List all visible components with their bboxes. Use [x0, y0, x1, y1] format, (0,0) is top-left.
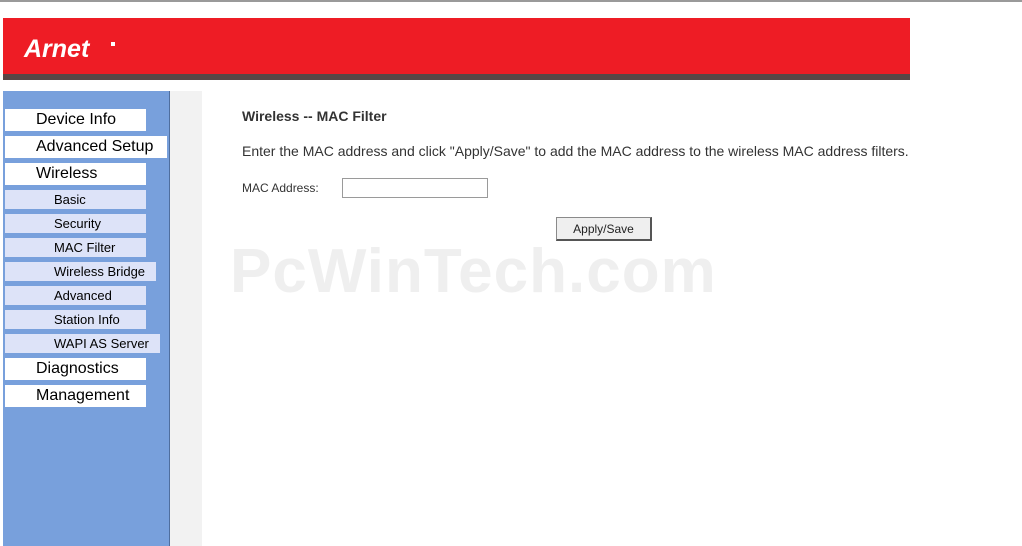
arnet-logo: Arnet [24, 35, 90, 63]
apply-save-button[interactable]: Apply/Save [556, 217, 652, 241]
instructions-text: Enter the MAC address and click "Apply/S… [242, 143, 909, 159]
sidebar-subitem-station-info[interactable]: Station Info [5, 310, 146, 329]
sidebar-item-management[interactable]: Management [5, 385, 146, 407]
page-title: Wireless -- MAC Filter [242, 108, 387, 124]
sidebar-item-diagnostics[interactable]: Diagnostics [5, 358, 146, 380]
sidebar-gutter [170, 91, 202, 546]
header-underline [3, 74, 910, 80]
top-border [0, 0, 1022, 2]
sidebar-subitem-security[interactable]: Security [5, 214, 146, 233]
sidebar-item-advanced-setup[interactable]: Advanced Setup [5, 136, 167, 158]
mac-address-input[interactable] [342, 178, 488, 198]
logo-dot [111, 42, 115, 46]
sidebar-subitem-wapi-as-server[interactable]: WAPI AS Server [5, 334, 160, 353]
sidebar-subitem-mac-filter[interactable]: MAC Filter [5, 238, 146, 257]
sidebar-subitem-advanced[interactable]: Advanced [5, 286, 146, 305]
sidebar-subitem-wireless-bridge[interactable]: Wireless Bridge [5, 262, 156, 281]
watermark: PcWinTech.com [230, 237, 717, 306]
sidebar-item-wireless[interactable]: Wireless [5, 163, 146, 185]
mac-address-label: MAC Address: [242, 181, 319, 195]
sidebar-item-device-info[interactable]: Device Info [5, 109, 146, 131]
sidebar-subitem-basic[interactable]: Basic [5, 190, 146, 209]
header-banner [3, 18, 910, 74]
